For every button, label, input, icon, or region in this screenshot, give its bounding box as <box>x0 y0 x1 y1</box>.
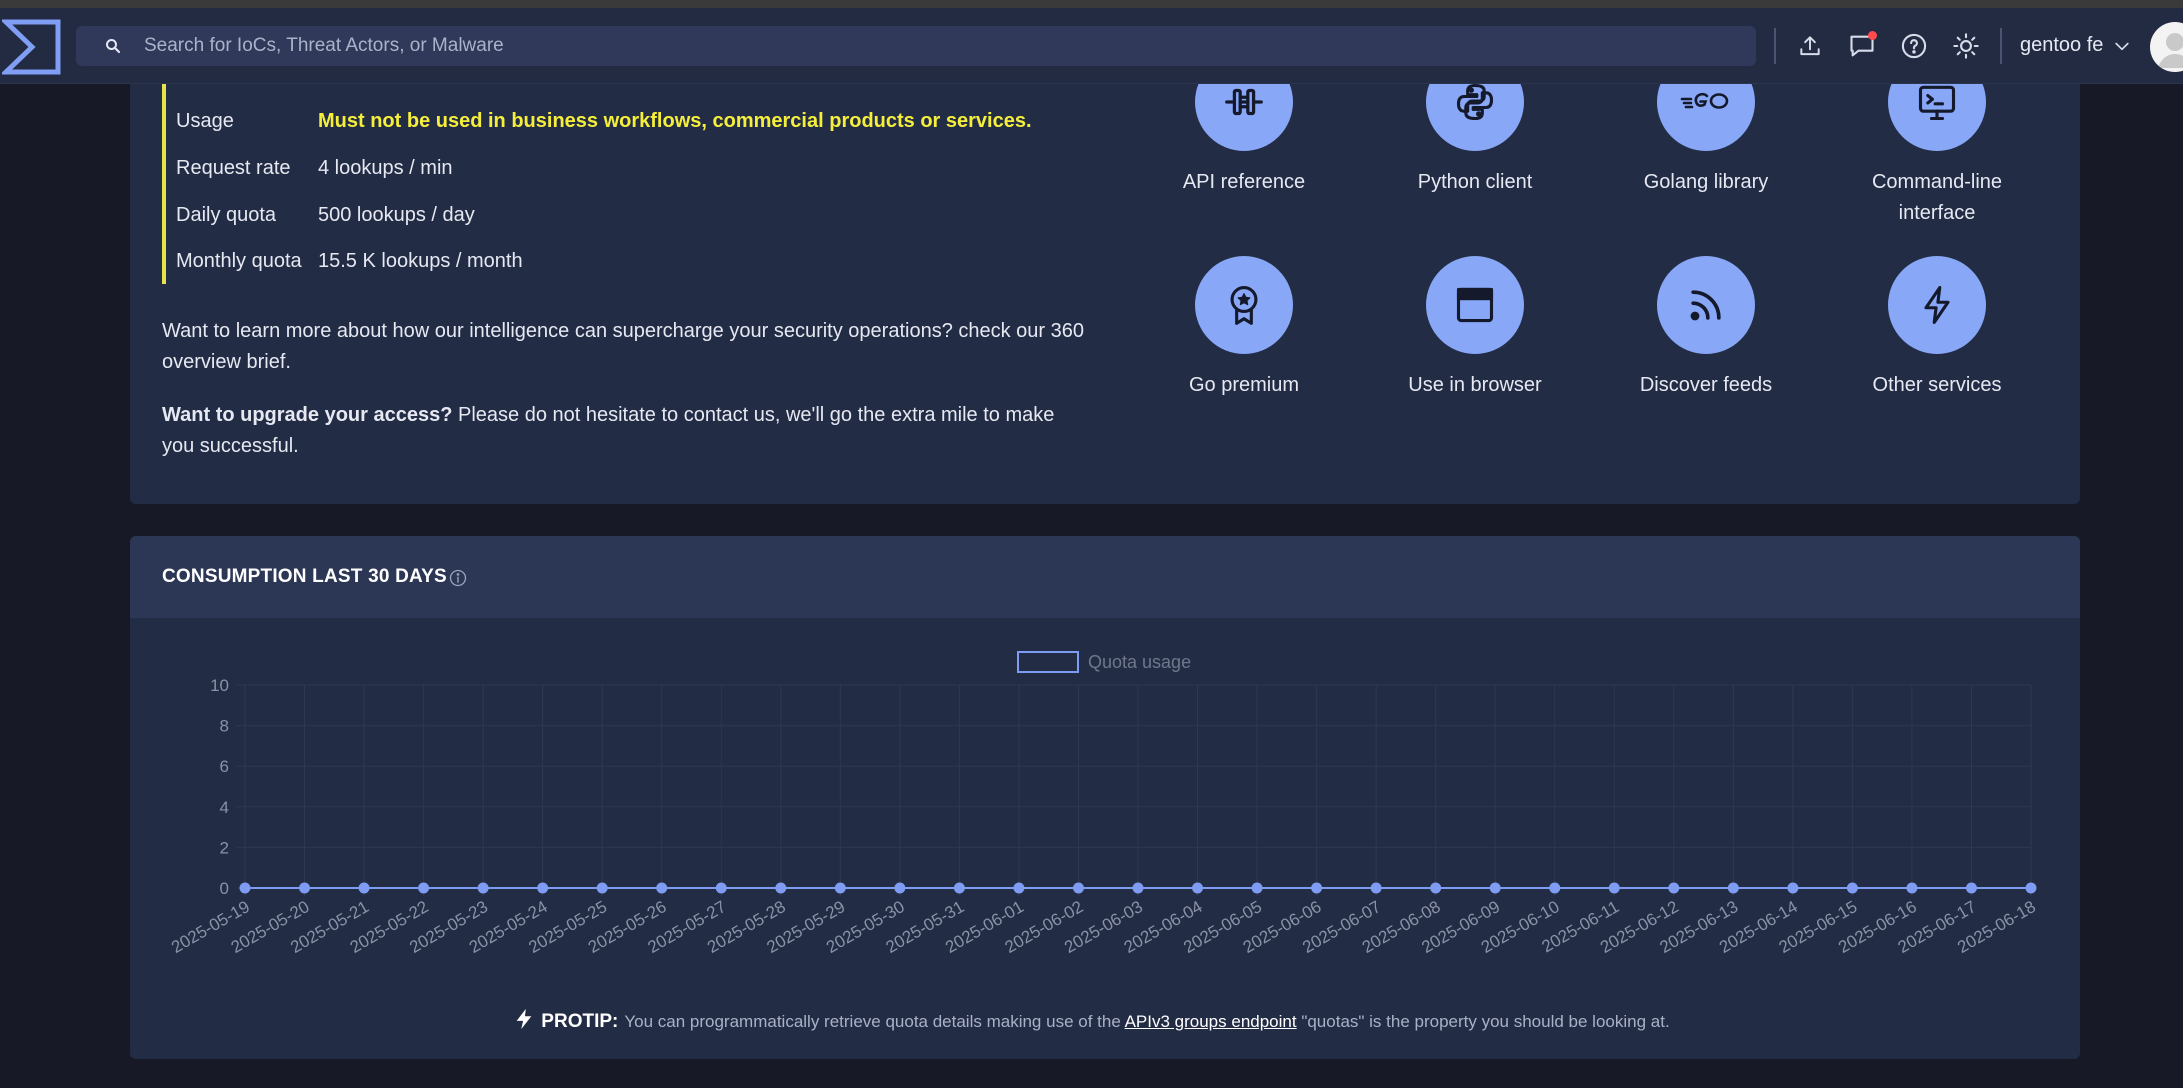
y-tick-label: 2 <box>220 838 229 857</box>
data-point <box>1251 882 1263 894</box>
apiv3-groups-endpoint-link[interactable]: APIv3 groups endpoint <box>1125 1012 1297 1031</box>
header-divider <box>1774 28 1776 64</box>
protip-label: PROTIP: <box>541 1011 619 1032</box>
search-icon <box>106 39 121 54</box>
avatar[interactable] <box>2150 22 2183 72</box>
protip-bar: PROTIP: You can programmatically retrieve… <box>0 1007 2183 1033</box>
data-point <box>1132 882 1144 894</box>
search-bar[interactable] <box>76 26 1756 66</box>
theme-sun-icon[interactable] <box>1950 30 1982 62</box>
top-header: gentoo fe <box>0 8 2183 84</box>
comments-icon[interactable] <box>1846 30 1878 62</box>
data-point <box>1430 882 1442 894</box>
data-point <box>775 882 787 894</box>
logo-icon[interactable] <box>0 18 62 76</box>
data-point <box>953 882 965 894</box>
user-menu-name[interactable]: gentoo fe <box>2020 34 2103 57</box>
data-point <box>1013 882 1025 894</box>
search-input[interactable] <box>144 35 1644 57</box>
data-point <box>1727 882 1739 894</box>
data-point <box>2025 882 2037 894</box>
data-point <box>299 882 311 894</box>
data-point <box>894 882 906 894</box>
y-tick-label: 8 <box>220 717 229 736</box>
data-point <box>537 882 549 894</box>
data-point <box>834 882 846 894</box>
data-point <box>1549 882 1561 894</box>
chevron-down-icon[interactable] <box>2112 36 2132 56</box>
protip-text-after: "quotas" is the property you should be l… <box>1296 1012 1670 1031</box>
help-icon[interactable] <box>1898 30 1930 62</box>
data-point <box>656 882 668 894</box>
data-point <box>1072 882 1084 894</box>
upload-icon[interactable] <box>1794 30 1826 62</box>
protip-text-before: You can programmatically retrieve quota … <box>624 1012 1125 1031</box>
data-point <box>1489 882 1501 894</box>
header-divider <box>2000 28 2002 64</box>
y-tick-label: 0 <box>220 879 229 898</box>
y-tick-label: 4 <box>220 798 229 817</box>
data-point <box>1906 882 1918 894</box>
data-point <box>239 882 251 894</box>
data-point <box>1311 882 1323 894</box>
data-point <box>1846 882 1858 894</box>
legend-swatch <box>1017 651 1079 673</box>
data-point <box>1608 882 1620 894</box>
data-point <box>477 882 489 894</box>
protip-bolt-icon <box>516 1008 532 1030</box>
data-point <box>1787 882 1799 894</box>
data-point <box>418 882 430 894</box>
y-tick-label: 6 <box>220 757 229 776</box>
data-point <box>596 882 608 894</box>
data-point <box>358 882 370 894</box>
y-tick-label: 10 <box>210 676 229 695</box>
legend-label: Quota usage <box>1088 652 1191 672</box>
data-point <box>1192 882 1204 894</box>
data-point <box>1370 882 1382 894</box>
consumption-chart: 02468102025-05-192025-05-202025-05-21202… <box>168 651 2039 957</box>
data-point <box>1668 882 1680 894</box>
data-point <box>1965 882 1977 894</box>
data-point <box>715 882 727 894</box>
notification-dot <box>1868 31 1877 40</box>
